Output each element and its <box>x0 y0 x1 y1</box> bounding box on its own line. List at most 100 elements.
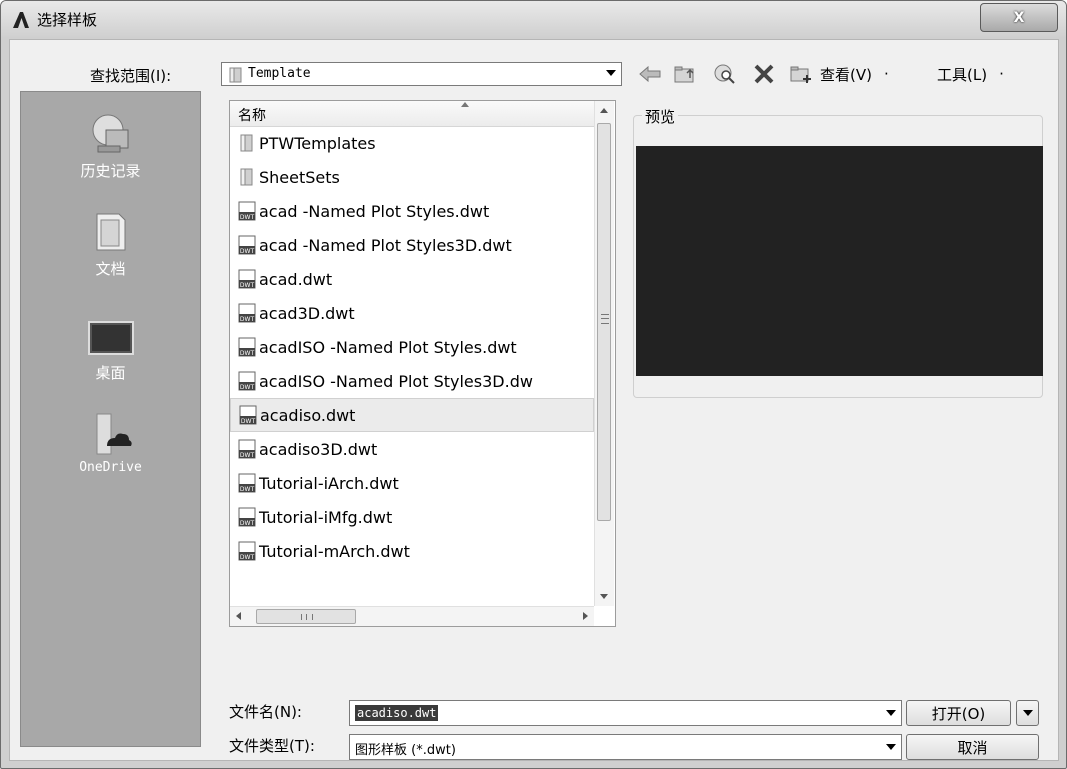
grip-icon <box>601 314 609 324</box>
view-menu[interactable]: 查看(V) · <box>820 62 889 86</box>
svg-text:DWT: DWT <box>240 316 255 323</box>
vertical-scrollbar[interactable] <box>594 101 614 606</box>
svg-text:DWT: DWT <box>240 520 255 527</box>
place-desktop[interactable]: 桌面 <box>21 318 200 383</box>
open-options-button[interactable] <box>1016 700 1039 726</box>
svg-text:DWT: DWT <box>240 486 255 493</box>
history-icon <box>92 114 128 153</box>
dwt-file-icon: DWT <box>238 541 256 561</box>
chevron-down-icon <box>1022 710 1033 716</box>
dwt-file-icon: DWT <box>238 507 256 527</box>
back-arrow-icon <box>639 66 661 82</box>
file-list[interactable]: 名称 PTWTemplates SheetSets DWT acad -Named P… <box>229 100 616 627</box>
file-row[interactable]: DWT acad -Named Plot Styles3D.dwt <box>230 228 594 262</box>
file-row[interactable]: SheetSets <box>230 160 594 194</box>
tools-menu-label: 工具(L) <box>937 65 988 84</box>
column-header-name[interactable]: 名称 <box>230 101 594 127</box>
tools-menu[interactable]: 工具(L) · <box>937 62 1004 86</box>
file-row[interactable]: DWT acad -Named Plot Styles.dwt <box>230 194 594 228</box>
title-bar[interactable]: 选择样板 X <box>1 1 1066 37</box>
file-row[interactable]: DWT acadiso.dwt <box>230 398 594 432</box>
file-row[interactable]: DWT Tutorial-mArch.dwt <box>230 534 594 568</box>
svg-text:DWT: DWT <box>240 384 255 391</box>
scroll-up-icon[interactable] <box>600 108 608 113</box>
file-row[interactable]: PTWTemplates <box>230 126 594 160</box>
dwt-file-icon: DWT <box>239 405 257 425</box>
delete-icon <box>754 64 774 84</box>
dialog-title: 选择样板 <box>37 11 98 29</box>
svg-text:DWT: DWT <box>240 452 255 459</box>
svg-text:DWT: DWT <box>240 248 255 255</box>
scroll-down-icon[interactable] <box>600 594 608 599</box>
chevron-down-icon[interactable] <box>886 710 896 716</box>
folder-icon <box>240 168 253 186</box>
file-row[interactable]: DWT Tutorial-iArch.dwt <box>230 466 594 500</box>
file-name: acad -Named Plot Styles.dwt <box>259 201 490 221</box>
dwt-file-icon: DWT <box>238 303 256 323</box>
file-name: PTWTemplates <box>259 133 376 153</box>
filename-input[interactable]: acadiso.dwt <box>349 700 902 726</box>
file-row[interactable]: DWT acadISO -Named Plot Styles.dwt <box>230 330 594 364</box>
lookin-value: Template <box>248 66 311 81</box>
dwt-file-icon: DWT <box>238 337 256 357</box>
dwt-file-icon: DWT <box>238 201 256 221</box>
place-onedrive-label: OneDrive <box>79 460 142 475</box>
chevron-down-icon <box>606 70 616 76</box>
open-button[interactable]: 打开(O) <box>906 700 1011 726</box>
file-name: acadiso3D.dwt <box>259 439 378 459</box>
column-name-label: 名称 <box>238 108 266 124</box>
search-web-button[interactable] <box>711 62 739 86</box>
svg-text:DWT: DWT <box>240 554 255 561</box>
horizontal-scrollbar[interactable] <box>230 606 594 626</box>
sort-ascending-icon <box>461 102 469 107</box>
chevron-down-icon <box>886 744 896 750</box>
place-history[interactable]: 历史记录 <box>21 112 200 181</box>
vertical-scroll-thumb[interactable] <box>597 123 611 521</box>
grip-icon <box>301 614 313 620</box>
file-name: Tutorial-iArch.dwt <box>259 473 399 493</box>
filename-label: 文件名(N): <box>229 703 302 721</box>
file-row[interactable]: DWT Tutorial-iMfg.dwt <box>230 500 594 534</box>
lookin-dropdown[interactable]: Template <box>221 62 622 86</box>
file-row[interactable]: DWT acad.dwt <box>230 262 594 296</box>
preview-image <box>636 146 1043 376</box>
dwt-file-icon: DWT <box>238 473 256 493</box>
desktop-icon <box>87 321 134 355</box>
delete-button[interactable] <box>751 62 777 86</box>
svg-text:DWT: DWT <box>240 282 255 289</box>
back-button[interactable] <box>637 62 663 86</box>
place-history-label: 历史记录 <box>80 162 141 180</box>
close-button[interactable]: X <box>980 3 1058 32</box>
tools-menu-dropdown-icon: · <box>999 65 1004 83</box>
file-name: acad3D.dwt <box>259 303 355 323</box>
horizontal-scroll-thumb[interactable] <box>256 609 356 624</box>
file-name: acadISO -Named Plot Styles.dwt <box>259 337 517 357</box>
file-row[interactable]: DWT acad3D.dwt <box>230 296 594 330</box>
place-onedrive[interactable]: OneDrive <box>21 412 200 475</box>
scroll-left-icon[interactable] <box>236 612 241 620</box>
preview-label: 预览 <box>642 106 679 127</box>
file-name: acadISO -Named Plot Styles3D.dw <box>259 371 533 391</box>
search-web-icon <box>714 64 735 84</box>
file-row[interactable]: DWT acadISO -Named Plot Styles3D.dw <box>230 364 594 398</box>
cancel-button[interactable]: 取消 <box>906 734 1039 760</box>
new-folder-icon <box>790 66 811 83</box>
filetype-label: 文件类型(T): <box>229 737 315 755</box>
dwt-file-icon: DWT <box>238 269 256 289</box>
new-folder-button[interactable] <box>787 62 815 86</box>
up-folder-button[interactable] <box>671 62 699 86</box>
file-row[interactable]: DWT acadiso3D.dwt <box>230 432 594 466</box>
file-name: SheetSets <box>259 167 340 187</box>
view-menu-dropdown-icon: · <box>883 65 889 83</box>
svg-text:DWT: DWT <box>240 350 255 357</box>
dwt-file-icon: DWT <box>238 439 256 459</box>
onedrive-icon <box>96 413 132 455</box>
place-documents-label: 文档 <box>95 260 126 278</box>
place-desktop-label: 桌面 <box>95 364 126 382</box>
scroll-right-icon[interactable] <box>583 612 588 620</box>
filetype-dropdown[interactable]: 图形样板 (*.dwt) <box>349 734 902 760</box>
select-template-dialog: 选择样板 X 查找范围(I): Template 查看(V) · 工具(L) ·… <box>0 0 1067 769</box>
place-documents[interactable]: 文档 <box>21 210 200 279</box>
svg-text:DWT: DWT <box>241 418 256 425</box>
close-icon: X <box>1013 9 1025 26</box>
